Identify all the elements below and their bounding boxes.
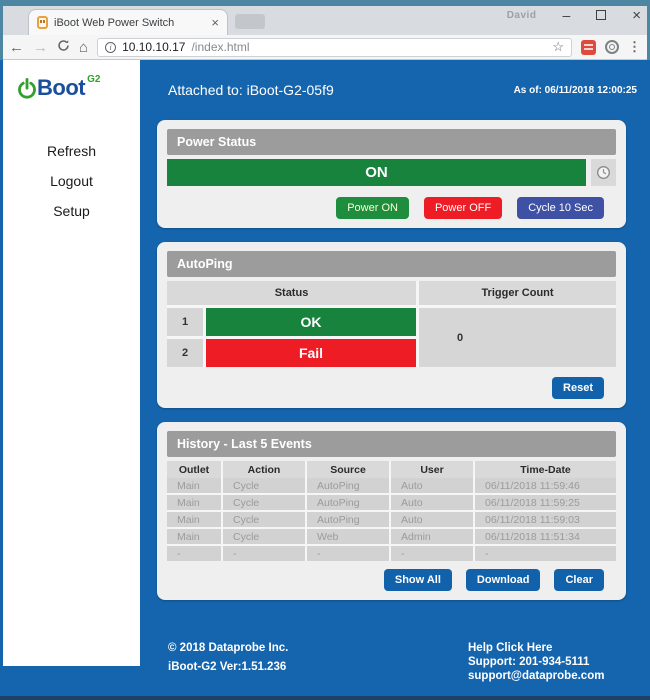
page-body: Boot G2 Refresh Logout Setup Attached to… [0,60,650,700]
url-input[interactable]: i 10.10.10.17/index.html ☆ [97,38,572,57]
page-info-icon[interactable]: i [105,42,116,53]
history-cell: Auto [391,478,473,493]
power-on-button[interactable]: Power ON [336,197,409,219]
history-cell: Cycle [223,512,305,527]
extension-red-icon[interactable] [581,40,596,55]
as-of-timestamp: As of: 06/11/2018 12:00:25 [514,85,637,96]
clear-button[interactable]: Clear [554,569,604,591]
back-icon[interactable]: ← [9,40,24,55]
history-cell: AutoPing [307,478,389,493]
autoping-panel: AutoPing Status Trigger Count 1 OK 0 2 F… [157,242,626,408]
autoping-trigger-count: 0 [419,308,616,367]
history-cell: - [167,546,221,561]
power-status-panel: Power Status ON Power ON Power OFF Cycle… [157,120,626,228]
history-cell: Admin [391,529,473,544]
browser-menu-icon[interactable]: ⋮ [628,39,641,55]
history-cell: - [307,546,389,561]
history-cell: Main [167,529,221,544]
support-phone: Support: 201-934-5111 [468,656,604,669]
page-footer: © 2018 Dataprobe Inc. iBoot-G2 Ver:1.51.… [140,614,647,683]
home-icon[interactable]: ⌂ [79,40,88,55]
url-path: /index.html [191,40,249,54]
extension-circle-icon[interactable] [605,40,619,54]
bookmark-star-icon[interactable]: ☆ [552,39,564,55]
tab-close-icon[interactable]: × [211,16,219,29]
history-cell: - [391,546,473,561]
history-cell: - [223,546,305,561]
forward-icon: → [33,40,48,55]
download-button[interactable]: Download [466,569,541,591]
autoping-row-number: 2 [167,339,203,367]
reload-icon[interactable] [57,39,70,55]
power-status-title: Power Status [167,129,616,155]
history-cell: Cycle [223,478,305,493]
cycle-timer-button[interactable] [591,159,616,186]
history-cell: - [475,546,616,561]
history-cell: Auto [391,512,473,527]
history-cell: 06/11/2018 11:59:25 [475,495,616,510]
history-cell: Main [167,512,221,527]
version-text: iBoot-G2 Ver:1.51.236 [168,661,468,673]
history-cell: Main [167,495,221,510]
sidebar: Boot G2 Refresh Logout Setup [3,60,140,666]
iboot-logo: Boot G2 [17,74,140,101]
autoping-title: AutoPing [167,251,616,277]
clock-icon [596,165,611,180]
new-tab-button[interactable] [235,14,265,29]
history-panel: History - Last 5 Events Outlet Action So… [157,422,626,600]
maximize-icon[interactable] [596,10,606,20]
autoping-status-header: Status [167,281,416,305]
history-cell: Cycle [223,495,305,510]
power-symbol-icon [17,77,37,101]
browser-profile-name[interactable]: David [507,10,537,21]
browser-tab[interactable]: iBoot Web Power Switch × [28,9,228,35]
logo-text: Boot [37,77,85,99]
window-close-icon[interactable]: × [632,7,641,24]
col-user: User [391,461,473,479]
history-cell: AutoPing [307,512,389,527]
sidebar-item-setup[interactable]: Setup [53,203,90,219]
history-table: Outlet Action Source User Time-Date Main… [167,461,616,561]
autoping-trigger-header: Trigger Count [419,281,616,305]
tab-bar: iBoot Web Power Switch × David – × [3,6,647,35]
browser-chrome: iBoot Web Power Switch × David – × ← → ⌂… [0,0,650,60]
col-source: Source [307,461,389,479]
reset-button[interactable]: Reset [552,377,604,399]
col-action: Action [223,461,305,479]
sidebar-item-refresh[interactable]: Refresh [47,143,96,159]
history-cell: 06/11/2018 11:59:46 [475,478,616,493]
history-cell: Cycle [223,529,305,544]
address-bar: ← → ⌂ i 10.10.10.17/index.html ☆ ⋮ [3,35,647,60]
tab-title: iBoot Web Power Switch [54,17,205,29]
cycle-button[interactable]: Cycle 10 Sec [517,197,604,219]
history-cell: Web [307,529,389,544]
history-cell: Main [167,478,221,493]
history-cell: Auto [391,495,473,510]
power-state-bar: ON [167,159,586,186]
col-outlet: Outlet [167,461,221,479]
outlet-favicon-icon [37,16,48,29]
history-cell: 06/11/2018 11:59:03 [475,512,616,527]
power-off-button[interactable]: Power OFF [424,197,502,219]
sidebar-item-logout[interactable]: Logout [50,173,93,189]
history-cell: AutoPing [307,495,389,510]
history-title: History - Last 5 Events [167,431,616,457]
help-link[interactable]: Help Click Here [468,642,604,655]
show-all-button[interactable]: Show All [384,569,452,591]
autoping-status-1: OK [206,308,416,336]
url-host: 10.10.10.17 [122,40,185,54]
col-time-date: Time-Date [475,461,616,479]
window-bottom-border [0,696,650,700]
copyright-text: © 2018 Dataprobe Inc. [168,642,468,654]
minimize-icon[interactable]: – [562,7,570,23]
autoping-status-2: Fail [206,339,416,367]
history-cell: 06/11/2018 11:51:34 [475,529,616,544]
support-email[interactable]: support@dataprobe.com [468,670,604,683]
attached-device-title: Attached to: iBoot-G2-05f9 [168,82,334,98]
autoping-row-number: 1 [167,308,203,336]
autoping-table: Status Trigger Count 1 OK 0 2 Fail [167,281,616,367]
logo-g2: G2 [87,74,100,85]
